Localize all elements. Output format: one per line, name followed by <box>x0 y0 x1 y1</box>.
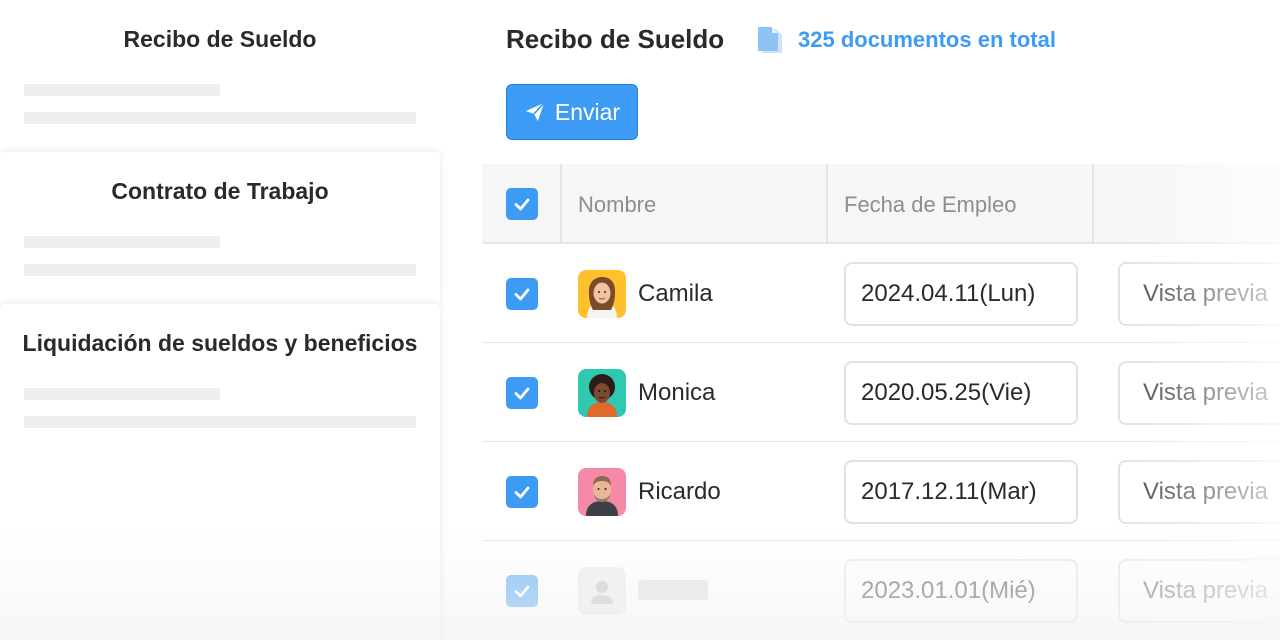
column-divider <box>560 164 562 244</box>
document-count: 325 documentos en total <box>798 27 1056 52</box>
employee-name: Monica <box>638 379 716 406</box>
placeholder-line <box>24 264 416 276</box>
avatar <box>578 468 626 516</box>
row-checkbox[interactable] <box>506 476 538 508</box>
preview-button[interactable]: Vista previa <box>1118 559 1280 623</box>
column-divider <box>1092 164 1094 244</box>
doc-card-recibo[interactable]: Recibo de Sueldo <box>0 0 440 152</box>
preview-button[interactable]: Vista previa <box>1118 262 1280 326</box>
check-icon <box>514 585 530 598</box>
paper-plane-icon <box>525 102 545 122</box>
column-header-nombre[interactable]: Nombre <box>578 192 656 218</box>
employee-name: Ricardo <box>638 478 721 505</box>
check-icon <box>514 387 530 400</box>
doc-card-title: Liquidación de sueldos y beneficios <box>22 330 418 356</box>
employee-name: Camila <box>638 280 713 307</box>
preview-button[interactable]: Vista previa <box>1118 361 1280 425</box>
row-divider <box>482 540 1280 541</box>
placeholder-line <box>24 112 416 124</box>
employment-date-field[interactable]: 2020.05.25(Vie) <box>844 361 1078 425</box>
placeholder-line <box>24 236 220 248</box>
table-header: Nombre Fecha de Empleo <box>482 164 1280 244</box>
row-checkbox[interactable] <box>506 278 538 310</box>
row-checkbox[interactable] <box>506 377 538 409</box>
employment-date-field[interactable]: 2023.01.01(Mié) <box>844 559 1078 623</box>
row-divider <box>482 441 1280 442</box>
row-checkbox[interactable] <box>506 575 538 607</box>
column-header-fecha[interactable]: Fecha de Empleo <box>844 192 1016 218</box>
employment-date-field[interactable]: 2017.12.11(Mar) <box>844 460 1078 524</box>
select-all-checkbox[interactable] <box>506 188 538 220</box>
check-icon <box>514 288 530 301</box>
doc-card-title: Recibo de Sueldo <box>123 26 317 52</box>
page-title: Recibo de Sueldo <box>506 24 725 54</box>
doc-card-title: Contrato de Trabajo <box>111 178 329 204</box>
avatar-placeholder <box>578 567 626 615</box>
row-divider <box>482 342 1280 343</box>
check-icon <box>514 486 530 499</box>
send-button[interactable]: Enviar <box>506 84 638 140</box>
placeholder-line <box>24 416 416 428</box>
doc-card-liquidacion[interactable]: Liquidación de sueldos y beneficios <box>0 304 440 640</box>
placeholder-line <box>24 388 220 400</box>
avatar <box>578 270 626 318</box>
doc-card-contrato[interactable]: Contrato de Trabajo <box>0 152 440 304</box>
column-divider <box>826 164 828 244</box>
document-icon <box>756 25 784 55</box>
placeholder-line <box>24 84 220 96</box>
name-placeholder <box>638 580 708 600</box>
send-button-label: Enviar <box>554 98 621 125</box>
employment-date-field[interactable]: 2024.04.11(Lun) <box>844 262 1078 326</box>
user-icon <box>578 567 626 615</box>
preview-button[interactable]: Vista previa <box>1118 460 1280 524</box>
avatar <box>578 369 626 417</box>
check-icon <box>514 198 530 211</box>
